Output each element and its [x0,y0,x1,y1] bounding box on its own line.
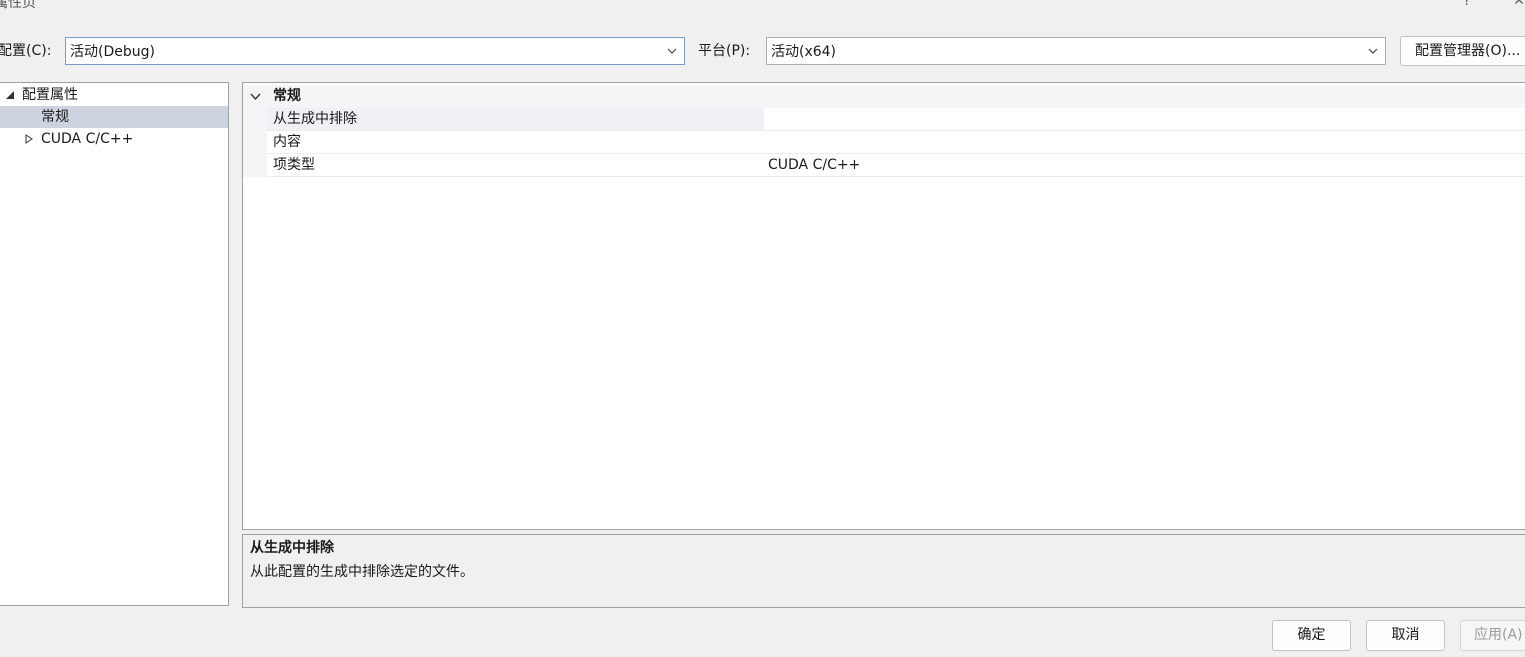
property-value[interactable] [764,108,1525,131]
description-title: 从生成中排除 [250,540,334,556]
property-name: 项类型 [273,157,315,173]
tree-item-label: 常规 [41,109,69,125]
property-value[interactable] [764,131,1525,154]
chevron-down-icon [1368,48,1378,54]
property-row-content[interactable]: 内容 [243,131,1525,154]
apply-button[interactable]: 应用(A) [1460,620,1525,651]
expanded-triangle-icon[interactable] [5,90,15,100]
property-name: 从生成中排除 [267,108,764,131]
help-icon[interactable]: ? [1458,0,1476,10]
config-manager-button[interactable]: 配置管理器(O)... [1400,36,1525,66]
tree-item-config-properties[interactable]: 配置属性 [0,84,228,106]
description-text: 从此配置的生成中排除选定的文件。 [250,564,474,580]
config-label: 配置(C): [0,43,52,59]
category-label: 常规 [273,88,301,104]
row-gutter [243,108,267,131]
row-divider [267,176,1525,177]
tree-item-cuda[interactable]: CUDA C/C++ [0,128,228,150]
tree-item-label: 配置属性 [22,87,78,103]
row-gutter [243,154,267,177]
category-row-general[interactable]: 常规 [243,85,1525,108]
ok-button[interactable]: 确定 [1272,620,1351,651]
window-title: 属性页 [0,0,36,10]
property-value[interactable]: CUDA C/C++ [764,154,1525,177]
chevron-down-icon[interactable] [250,92,261,101]
property-grid: 常规 从生成中排除 内容 项类型 CUDA C/C++ [242,82,1525,530]
close-icon[interactable]: ✕ [1510,0,1525,10]
tree-item-general[interactable]: 常规 [0,106,228,128]
platform-combo[interactable]: 活动(x64) [766,37,1386,65]
description-panel: 从生成中排除 从此配置的生成中排除选定的文件。 [242,534,1525,608]
property-row-item-type[interactable]: 项类型 CUDA C/C++ [243,154,1525,177]
collapsed-triangle-icon[interactable] [24,134,34,144]
row-gutter [243,131,267,154]
property-name: 内容 [273,134,301,150]
config-combo[interactable]: 活动(Debug) [65,37,685,65]
cancel-button[interactable]: 取消 [1366,620,1445,651]
config-combo-value: 活动(Debug) [70,44,155,60]
tree-item-label: CUDA C/C++ [41,131,134,147]
chevron-down-icon [667,48,677,54]
property-tree: 配置属性 常规 CUDA C/C++ [0,82,229,606]
platform-label: 平台(P): [698,43,751,59]
property-row-exclude-from-build[interactable]: 从生成中排除 [243,108,1525,131]
platform-combo-value: 活动(x64) [771,44,837,60]
